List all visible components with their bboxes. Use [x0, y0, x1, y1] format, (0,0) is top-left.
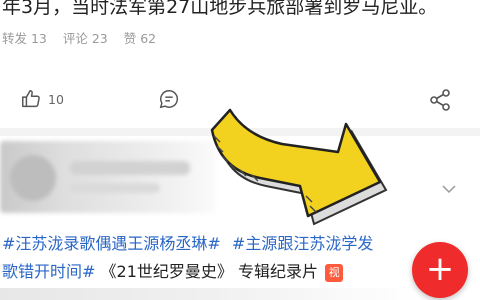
- blurred-user-header: [0, 141, 215, 213]
- like-count[interactable]: 赞 62: [124, 31, 156, 46]
- post-time-blurred: [70, 183, 160, 193]
- plus-icon: +: [425, 249, 455, 289]
- avatar[interactable]: [10, 155, 56, 201]
- post-text: 年3月，当时法军第27山地步兵旅部署到罗马尼亚。: [2, 0, 438, 18]
- comment-button[interactable]: [158, 88, 180, 110]
- topic-tag-end[interactable]: 歌错开时间#: [2, 262, 95, 281]
- thumbs-up-icon: [22, 90, 40, 108]
- post-meta: 转发 13 评论 23 赞 62: [2, 28, 168, 47]
- album-title: 《21世纪罗曼史》: [100, 262, 233, 281]
- topic-tag-1[interactable]: #汪苏泷录歌偶遇王源杨丞琳#: [2, 234, 221, 253]
- faint-text-line: [0, 288, 420, 300]
- body-suffix: 专辑纪录片: [237, 262, 318, 281]
- comment-bubble-icon: [159, 90, 179, 109]
- like-button-count: 10: [48, 91, 64, 107]
- arrow-annotation-icon: [210, 108, 388, 226]
- like-button[interactable]: 10: [20, 88, 64, 110]
- next-post-text: 歌错开时间# 《21世纪罗曼史》 专辑纪录片 视: [2, 261, 344, 283]
- comment-count[interactable]: 评论 23: [63, 31, 108, 46]
- repost-count[interactable]: 转发 13: [2, 31, 47, 46]
- video-badge[interactable]: 视: [325, 263, 344, 282]
- username-blurred: [70, 161, 190, 175]
- compose-fab-button[interactable]: +: [412, 242, 468, 298]
